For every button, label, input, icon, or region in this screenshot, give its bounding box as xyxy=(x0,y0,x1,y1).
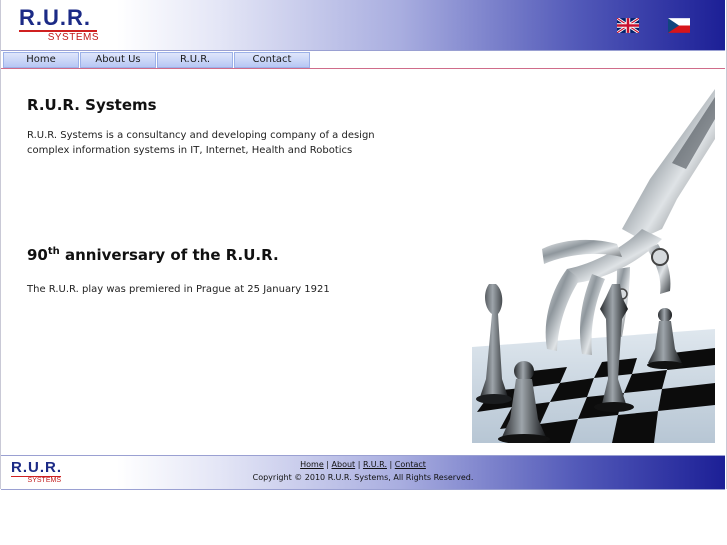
copyright-text: Copyright © 2010 R.U.R. Systems, All Rig… xyxy=(252,473,474,482)
nav-contact[interactable]: Contact xyxy=(234,52,310,68)
site-header: R.U.R. SYSTEMS xyxy=(1,0,725,51)
logo-text: R.U.R. xyxy=(19,5,91,30)
footer-link-rur[interactable]: R.U.R. xyxy=(363,460,387,469)
uk-flag-icon[interactable] xyxy=(617,18,639,33)
main-nav: Home About Us R.U.R. Contact xyxy=(1,51,725,69)
footer-separator: | xyxy=(323,460,332,469)
premiere-paragraph: The R.U.R. play was premiered in Prague … xyxy=(27,284,330,295)
footer-separator: | xyxy=(386,460,395,469)
anniversary-text: anniversary of the R.U.R. xyxy=(59,246,279,264)
footer-links: Home | About | R.U.R. | Contact xyxy=(1,460,725,469)
anniversary-heading: 90th anniversary of the R.U.R. xyxy=(27,246,279,264)
site-logo[interactable]: R.U.R. SYSTEMS xyxy=(19,7,99,43)
nav-about-us[interactable]: About Us xyxy=(80,52,156,68)
anniversary-number: 90 xyxy=(27,246,48,264)
footer-separator: | xyxy=(355,460,363,469)
anniversary-suffix: th xyxy=(47,246,60,257)
footer-link-about[interactable]: About xyxy=(332,460,356,469)
nav-home[interactable]: Home xyxy=(3,52,79,68)
logo-subtext: SYSTEMS xyxy=(47,32,99,43)
site-footer: R.U.R. SYSTEMS Home | About | R.U.R. | C… xyxy=(1,455,725,490)
footer-link-home[interactable]: Home xyxy=(300,460,324,469)
robot-hand-chess-image xyxy=(472,89,715,443)
cz-flag-icon[interactable] xyxy=(668,18,690,33)
footer-link-contact[interactable]: Contact xyxy=(395,460,426,469)
page-title: R.U.R. Systems xyxy=(27,96,157,114)
nav-rur[interactable]: R.U.R. xyxy=(157,52,233,68)
intro-paragraph: R.U.R. Systems is a consultancy and deve… xyxy=(27,130,375,156)
